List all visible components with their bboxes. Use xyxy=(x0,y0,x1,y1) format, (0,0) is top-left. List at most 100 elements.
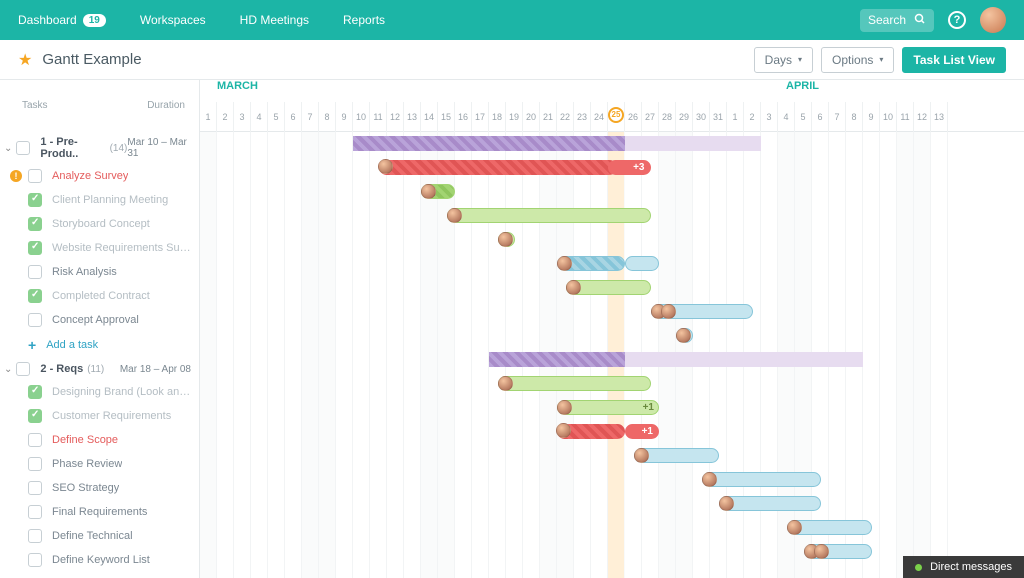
task-row[interactable]: Concept Approval xyxy=(0,308,199,332)
task-name: Completed Contract xyxy=(52,290,150,302)
search-input[interactable]: Search xyxy=(860,9,934,32)
gantt-bar[interactable] xyxy=(787,520,872,535)
task-group-header[interactable]: ⌄1 - Pre-Produ..(14)Mar 10 – Mar 31 xyxy=(0,132,199,164)
assignee-avatar[interactable] xyxy=(421,184,436,199)
nav-meetings[interactable]: HD Meetings xyxy=(240,13,309,27)
task-row[interactable]: Completed Contract xyxy=(0,284,199,308)
task-row[interactable]: SEO Strategy xyxy=(0,476,199,500)
gantt-bar[interactable]: +1 xyxy=(557,400,659,415)
gantt-bar[interactable] xyxy=(719,496,821,511)
assignee-avatar[interactable] xyxy=(814,544,829,559)
assignee-avatar[interactable] xyxy=(447,208,462,223)
gantt-bar[interactable] xyxy=(566,280,651,295)
gantt-bar[interactable]: +2 xyxy=(421,184,455,199)
direct-messages-label: Direct messages xyxy=(930,561,1012,573)
task-row[interactable]: Define Technical xyxy=(0,524,199,548)
task-checkbox[interactable] xyxy=(28,217,42,231)
gantt-bar[interactable] xyxy=(557,256,625,271)
task-row[interactable]: Define Scope xyxy=(0,428,199,452)
user-avatar[interactable] xyxy=(980,7,1006,33)
gantt-bar[interactable] xyxy=(634,448,719,463)
task-row[interactable]: Website Requirements Survey xyxy=(0,236,199,260)
task-checkbox[interactable] xyxy=(28,433,42,447)
task-checkbox[interactable] xyxy=(28,169,42,183)
group-checkbox[interactable] xyxy=(16,141,30,155)
assignee-avatar[interactable] xyxy=(498,376,513,391)
nav-reports[interactable]: Reports xyxy=(343,13,385,27)
gantt-bar[interactable] xyxy=(625,136,761,151)
task-row[interactable]: Phase Review xyxy=(0,452,199,476)
help-icon[interactable]: ? xyxy=(948,11,966,29)
task-row[interactable]: !Analyze Survey xyxy=(0,164,199,188)
gantt-chart[interactable]: MARCH APRIL 1234567891011121314151617181… xyxy=(200,80,1024,578)
task-checkbox[interactable] xyxy=(28,313,42,327)
gantt-bar[interactable]: +1 xyxy=(625,424,659,439)
gantt-bar[interactable]: +3 xyxy=(608,160,651,175)
task-row[interactable]: Final Requirements xyxy=(0,500,199,524)
task-checkbox[interactable] xyxy=(28,265,42,279)
task-row[interactable]: Designing Brand (Look and Feel) xyxy=(0,380,199,404)
nav-dashboard[interactable]: Dashboard 19 xyxy=(18,13,106,27)
task-checkbox[interactable] xyxy=(28,457,42,471)
task-checkbox[interactable] xyxy=(28,241,42,255)
day-cell: 8 xyxy=(319,102,336,132)
assignee-avatar[interactable] xyxy=(557,256,572,271)
direct-messages-bar[interactable]: Direct messages xyxy=(903,556,1024,578)
assignee-avatar[interactable] xyxy=(634,448,649,463)
task-group-header[interactable]: ⌄2 - Reqs(11)Mar 18 – Apr 08 xyxy=(0,358,199,380)
options-dropdown[interactable]: Options▾ xyxy=(821,47,894,73)
task-name: Website Requirements Survey xyxy=(52,242,191,254)
gantt-bar[interactable] xyxy=(651,304,753,319)
day-cell: 28 xyxy=(659,102,676,132)
add-task-button[interactable]: +Add a task xyxy=(0,332,199,358)
assignee-avatar[interactable] xyxy=(702,472,717,487)
group-checkbox[interactable] xyxy=(16,362,30,376)
task-checkbox[interactable] xyxy=(28,505,42,519)
task-list-view-button[interactable]: Task List View xyxy=(902,47,1006,73)
days-dropdown[interactable]: Days▾ xyxy=(754,47,813,73)
task-name: Designing Brand (Look and Feel) xyxy=(52,386,191,398)
gantt-bar[interactable] xyxy=(702,472,821,487)
task-checkbox[interactable] xyxy=(28,409,42,423)
task-checkbox[interactable] xyxy=(28,385,42,399)
task-row[interactable]: Define Keyword List xyxy=(0,548,199,572)
gantt-bar[interactable] xyxy=(489,352,625,367)
gantt-bar[interactable] xyxy=(353,136,625,151)
assignee-avatar[interactable] xyxy=(676,328,691,343)
favorite-star-icon[interactable]: ★ xyxy=(18,50,32,70)
task-checkbox[interactable] xyxy=(28,193,42,207)
task-checkbox[interactable] xyxy=(28,529,42,543)
task-row[interactable]: Customer Requirements xyxy=(0,404,199,428)
assignee-avatar[interactable] xyxy=(661,304,676,319)
day-cell: 20 xyxy=(523,102,540,132)
gantt-bar[interactable] xyxy=(498,376,651,391)
gantt-bar[interactable] xyxy=(676,328,693,343)
gantt-bar[interactable] xyxy=(447,208,651,223)
task-row[interactable]: Risk Analysis xyxy=(0,260,199,284)
assignee-avatar[interactable] xyxy=(498,232,513,247)
task-row[interactable]: Client Planning Meeting xyxy=(0,188,199,212)
nav-workspaces[interactable]: Workspaces xyxy=(140,13,206,27)
gantt-bar[interactable] xyxy=(804,544,872,559)
gantt-bar[interactable] xyxy=(498,232,515,247)
gantt-bar[interactable] xyxy=(625,256,659,271)
assignee-avatar[interactable] xyxy=(719,496,734,511)
task-checkbox[interactable] xyxy=(28,289,42,303)
gantt-bar[interactable] xyxy=(379,160,617,175)
task-row[interactable]: Storyboard Concept xyxy=(0,212,199,236)
day-cell: 1 xyxy=(727,102,744,132)
day-cell: 10 xyxy=(353,102,370,132)
assignee-avatar[interactable] xyxy=(557,400,572,415)
day-cell: 27 xyxy=(642,102,659,132)
assignee-avatar[interactable] xyxy=(566,280,581,295)
gantt-bar[interactable] xyxy=(625,352,863,367)
task-checkbox[interactable] xyxy=(28,481,42,495)
day-cell: 14 xyxy=(421,102,438,132)
assignee-avatar[interactable] xyxy=(378,159,393,174)
plus-icon: + xyxy=(28,337,36,353)
assignee-avatar[interactable] xyxy=(787,520,802,535)
gantt-bar[interactable] xyxy=(557,424,625,439)
day-cell: 26 xyxy=(625,102,642,132)
assignee-avatar[interactable] xyxy=(556,423,571,438)
task-checkbox[interactable] xyxy=(28,553,42,567)
